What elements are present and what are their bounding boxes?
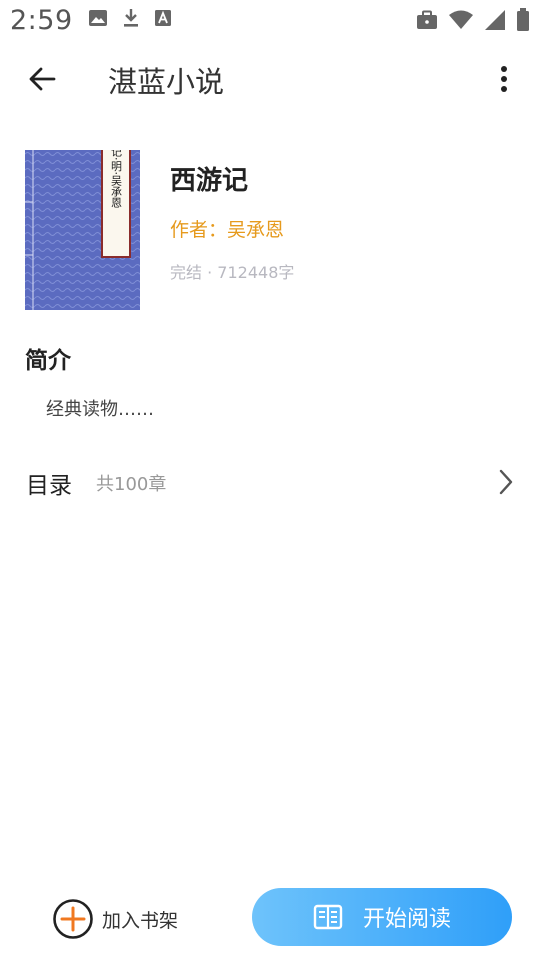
status-right-icons bbox=[416, 8, 530, 32]
book-open-icon bbox=[313, 904, 343, 930]
book-author[interactable]: 作者：吴承恩 bbox=[170, 215, 284, 242]
book-cover[interactable]: 西游记·明·吴承恩 bbox=[25, 150, 140, 310]
chevron-right-icon bbox=[496, 467, 516, 497]
meta-separator: · bbox=[207, 263, 213, 282]
battery-icon bbox=[517, 8, 529, 31]
add-circle-icon bbox=[53, 899, 93, 939]
status-left-icons bbox=[88, 8, 172, 28]
book-title: 西游记 bbox=[170, 166, 249, 196]
app-bar: 湛蓝小说 bbox=[0, 46, 540, 112]
arrow-left-icon bbox=[29, 67, 56, 91]
catalog-label: 目录 bbox=[26, 473, 72, 499]
gallery-icon bbox=[89, 10, 107, 26]
add-to-shelf-button[interactable]: 加入书架 bbox=[52, 897, 178, 941]
book-meta: 完结 · 712448字 bbox=[170, 259, 294, 283]
briefcase-icon bbox=[417, 10, 437, 29]
more-vertical-icon bbox=[501, 66, 507, 92]
text-a-icon bbox=[155, 10, 171, 26]
download-icon bbox=[124, 9, 138, 27]
status-time: 2:59 bbox=[10, 5, 73, 36]
book-status: 完结 bbox=[170, 263, 203, 282]
cover-title-text: 西游记·明·吴承恩 bbox=[110, 150, 123, 208]
page-title: 湛蓝小说 bbox=[108, 65, 225, 99]
status-bar: 2:59 bbox=[0, 0, 540, 46]
author-label: 作者： bbox=[170, 219, 228, 241]
catalog-row[interactable]: 目录 共100章 bbox=[0, 455, 540, 509]
start-reading-button[interactable]: 开始阅读 bbox=[252, 888, 512, 946]
book-detail-screen: 2:59 湛蓝小说 西游记·明·吴承恩 西游记 作者：吴承恩 完结 · 7124… bbox=[0, 0, 540, 960]
intro-heading: 简介 bbox=[25, 348, 71, 374]
more-options-button[interactable] bbox=[494, 62, 514, 96]
start-reading-label: 开始阅读 bbox=[362, 907, 451, 932]
signal-icon bbox=[485, 10, 505, 30]
chapter-count: 共100章 bbox=[96, 474, 167, 495]
author-name: 吴承恩 bbox=[227, 219, 285, 241]
add-to-shelf-label: 加入书架 bbox=[102, 909, 179, 932]
intro-text: 经典读物…… bbox=[46, 399, 154, 420]
word-count: 712448字 bbox=[217, 263, 295, 282]
back-button[interactable] bbox=[22, 60, 62, 98]
wifi-icon bbox=[449, 10, 473, 29]
